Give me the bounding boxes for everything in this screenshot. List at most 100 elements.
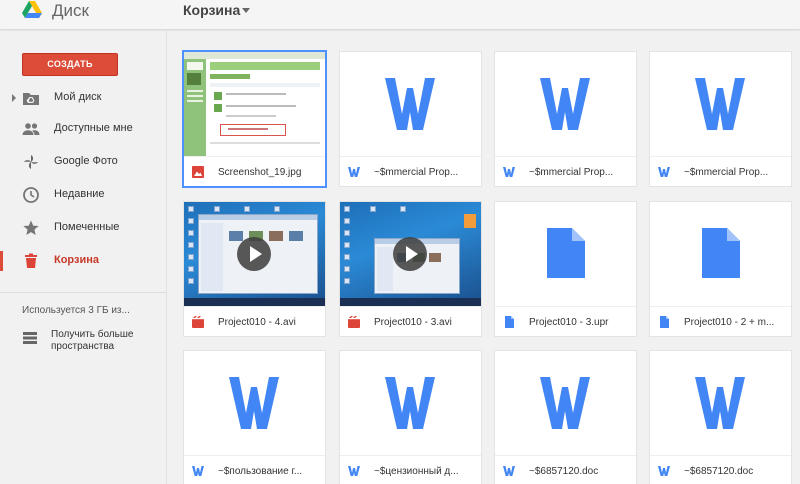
file-card[interactable]: ~$mmercial Prop... <box>494 51 637 187</box>
file-thumbnail <box>650 202 791 306</box>
word-document-icon <box>229 377 279 429</box>
word-document-icon <box>385 78 435 130</box>
word-file-icon <box>658 167 670 177</box>
file-name: Screenshot_19.jpg <box>218 167 302 178</box>
word-file-icon <box>348 167 360 177</box>
generic-document-icon <box>702 228 740 278</box>
file-name: ~$mmercial Prop... <box>374 167 459 178</box>
star-icon <box>23 220 39 235</box>
play-icon[interactable] <box>237 237 271 271</box>
drive-app: Диск Корзина СОЗДАТЬ Мой диск Доступные <box>0 0 800 484</box>
file-name: ~$mmercial Prop... <box>529 167 614 178</box>
file-thumbnail <box>340 351 481 455</box>
sidebar-item-starred[interactable]: Помеченные <box>0 214 166 242</box>
file-caption: ~$mmercial Prop... <box>340 157 481 186</box>
file-caption: Project010 - 4.avi <box>184 307 325 336</box>
word-file-icon <box>192 466 204 476</box>
top-bar: Диск Корзина <box>0 0 800 30</box>
file-thumbnail <box>495 351 636 455</box>
create-button[interactable]: СОЗДАТЬ <box>22 53 118 76</box>
people-icon <box>22 123 40 135</box>
photos-pinwheel-icon <box>24 155 38 169</box>
file-name: Project010 - 3.avi <box>374 317 452 328</box>
file-name: ~$6857120.doc <box>684 466 754 477</box>
file-caption: ~$mmercial Prop... <box>495 157 636 186</box>
file-caption: Project010 - 2 + m... <box>650 307 791 336</box>
drive-folder-icon <box>23 93 39 105</box>
file-thumbnail <box>340 52 481 156</box>
file-grid: Screenshot_19.jpg ~$mmercial Prop... ~$m… <box>167 31 800 484</box>
storage-usage-text: Используется 3 ГБ из... <box>22 305 130 316</box>
file-thumbnail <box>650 351 791 455</box>
sidebar-item-photos[interactable]: Google Фото <box>0 148 166 176</box>
file-card[interactable]: ~$6857120.doc <box>649 350 792 484</box>
file-card[interactable]: ~$mmercial Prop... <box>649 51 792 187</box>
file-card[interactable]: Project010 - 4.avi <box>183 201 326 337</box>
screenshot-preview <box>184 52 325 156</box>
word-file-icon <box>503 167 515 177</box>
file-card[interactable]: Project010 - 3.upr <box>494 201 637 337</box>
sidebar-item-my-drive[interactable]: Мой диск <box>0 84 166 112</box>
file-thumbnail <box>184 202 325 306</box>
word-document-icon <box>540 78 590 130</box>
word-document-icon <box>540 377 590 429</box>
file-name: ~$mmercial Prop... <box>684 167 769 178</box>
sidebar-item-shared[interactable]: Доступные мне <box>0 115 166 143</box>
file-name: ~$пользование г... <box>218 466 303 477</box>
document-file-icon <box>505 316 514 328</box>
word-file-icon <box>503 466 515 476</box>
file-caption: ~$6857120.doc <box>495 456 636 484</box>
file-name: Project010 - 4.avi <box>218 317 296 328</box>
sidebar-item-recent[interactable]: Недавние <box>0 181 166 209</box>
file-caption: Screenshot_19.jpg <box>184 157 325 186</box>
file-caption: Project010 - 3.avi <box>340 307 481 336</box>
file-name: Project010 - 2 + m... <box>684 317 775 328</box>
file-thumbnail <box>184 52 325 156</box>
app-title[interactable]: Диск <box>52 1 89 21</box>
file-caption: ~$цензионный д... <box>340 456 481 484</box>
file-thumbnail <box>495 52 636 156</box>
file-card[interactable]: ~$пользование г... <box>183 350 326 484</box>
file-card[interactable]: Screenshot_19.jpg <box>183 51 326 187</box>
sidebar-item-label: Недавние <box>54 188 105 200</box>
sidebar: СОЗДАТЬ Мой диск Доступные мне Google Фо… <box>0 31 166 484</box>
file-caption: ~$mmercial Prop... <box>650 157 791 186</box>
clock-icon <box>23 187 39 203</box>
get-more-storage-label: Получить больше пространства <box>51 329 134 352</box>
sidebar-item-label: Доступные мне <box>54 122 133 134</box>
drive-logo-icon[interactable] <box>22 1 42 19</box>
file-caption: ~$6857120.doc <box>650 456 791 484</box>
sidebar-divider <box>0 292 166 293</box>
sidebar-item-trash[interactable]: Корзина <box>0 247 166 275</box>
file-card[interactable]: ~$цензионный д... <box>339 350 482 484</box>
file-card[interactable]: ~$6857120.doc <box>494 350 637 484</box>
generic-document-icon <box>547 228 585 278</box>
file-caption: Project010 - 3.upr <box>495 307 636 336</box>
storage-list-icon <box>23 332 37 344</box>
play-icon[interactable] <box>393 237 427 271</box>
file-thumbnail <box>495 202 636 306</box>
file-name: ~$6857120.doc <box>529 466 599 477</box>
sidebar-item-label: Мой диск <box>54 91 102 103</box>
file-card[interactable]: ~$mmercial Prop... <box>339 51 482 187</box>
sidebar-item-label: Google Фото <box>54 155 118 167</box>
file-name: ~$цензионный д... <box>374 466 459 477</box>
expand-arrow-icon[interactable] <box>12 94 16 102</box>
file-thumbnail <box>650 52 791 156</box>
word-document-icon <box>695 78 745 130</box>
file-thumbnail <box>340 202 481 306</box>
document-file-icon <box>660 316 669 328</box>
chevron-down-icon[interactable] <box>242 8 250 13</box>
video-file-icon <box>192 316 204 328</box>
file-card[interactable]: Project010 - 3.avi <box>339 201 482 337</box>
file-card[interactable]: Project010 - 2 + m... <box>649 201 792 337</box>
file-caption: ~$пользование г... <box>184 456 325 484</box>
location-title[interactable]: Корзина <box>183 2 240 18</box>
trash-icon <box>25 253 37 268</box>
word-document-icon <box>385 377 435 429</box>
active-indicator <box>0 251 3 271</box>
get-more-storage-link[interactable]: Получить больше пространства <box>0 327 166 357</box>
sidebar-item-label: Корзина <box>54 254 99 266</box>
image-file-icon <box>192 166 204 178</box>
word-file-icon <box>658 466 670 476</box>
